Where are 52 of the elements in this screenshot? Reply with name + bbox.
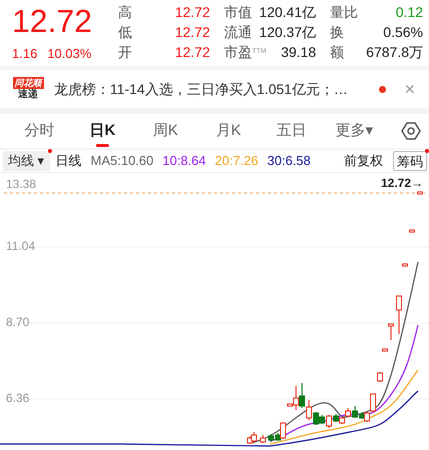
stat-value: 120.37亿 <box>259 22 316 42</box>
news-headline: 龙虎榜：11-14入选，三日净买入1.051亿元；… <box>54 80 349 98</box>
y-axis-label: 6.36 <box>6 390 30 407</box>
y-axis-label: 11.04 <box>6 238 36 255</box>
y-axis-label: 13.38 <box>6 176 36 193</box>
chips-button[interactable]: 筹码 <box>393 151 427 171</box>
candlestick <box>388 324 394 340</box>
stat-label: 换 <box>330 22 344 42</box>
period-tab[interactable]: 五日 <box>260 114 323 148</box>
candlestick <box>409 230 415 232</box>
period-tab[interactable]: 分时 <box>8 114 71 148</box>
news-banner[interactable]: 同花顺 速递 龙虎榜：11-14入选，三日净买入1.051亿元；… × <box>0 70 429 108</box>
period-tab[interactable]: 更多▾ <box>323 114 386 148</box>
stat-label: 流通 <box>224 22 252 42</box>
candlestick <box>402 264 408 266</box>
period-tab[interactable]: 周K <box>134 114 197 148</box>
price: 12.72 <box>12 2 94 40</box>
period-label: 日线 <box>56 152 82 170</box>
news-logo: 同花顺 速递 <box>12 77 44 101</box>
stat-label: 低 <box>118 22 132 42</box>
ma-value: MA5:10.60 <box>90 152 154 170</box>
stat-value: 6787.8万 <box>366 42 423 62</box>
stat-value: 120.41亿 <box>259 2 316 22</box>
period-tab[interactable]: 月K <box>197 114 260 148</box>
stat-label: 高 <box>118 2 132 22</box>
y-axis-label: 8.70 <box>6 314 30 331</box>
change-percent: 10.03% <box>47 45 92 63</box>
stat-label: 开 <box>118 42 132 62</box>
period-tab[interactable]: 日K <box>71 114 134 148</box>
last-price-label: 12.72→ <box>380 175 423 192</box>
stat-value: 12.72 <box>174 42 210 62</box>
settings-icon[interactable] <box>401 121 421 141</box>
change: 1.16 <box>12 45 38 63</box>
stat-label: 量比 <box>330 2 358 22</box>
stat-value: 0.12 <box>396 2 423 22</box>
ma-value: 30:6.58 <box>267 152 311 170</box>
ma-value: 20:7.26 <box>214 152 258 170</box>
stat-label: 市值 <box>224 2 252 22</box>
ma-value: 10:8.64 <box>162 152 206 170</box>
candlestick <box>417 192 423 194</box>
indicator-dropdown[interactable]: 均线 ▾ <box>3 151 50 171</box>
stat-label: 市盈$^{TTM}$ <box>224 42 266 62</box>
stat-value: 0.56% <box>383 22 423 42</box>
stat-value: 12.72 <box>174 22 210 42</box>
candlestick <box>382 348 388 352</box>
stat-label: 额 <box>330 42 344 62</box>
candlestick <box>260 434 266 444</box>
adjust-label[interactable]: 前复权 <box>344 151 383 171</box>
stat-value: 39.18 <box>280 42 316 62</box>
candlestick <box>377 372 383 382</box>
stat-value: 12.72 <box>174 2 210 22</box>
candlestick <box>396 296 402 334</box>
